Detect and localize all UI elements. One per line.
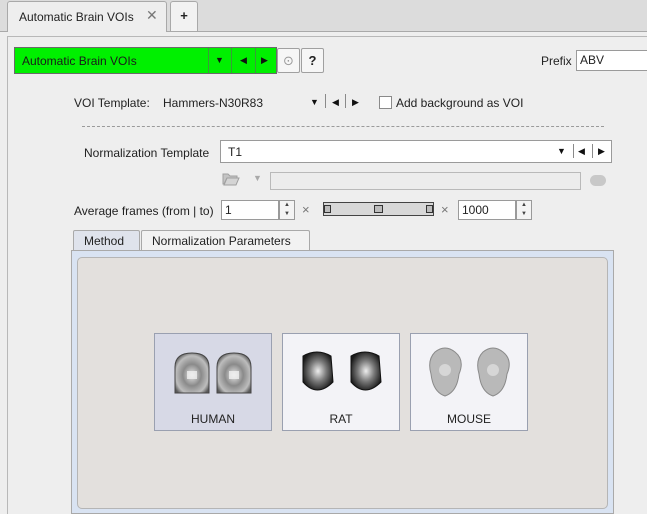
- human-brain-icon: [174, 352, 252, 394]
- protocol-combo-value: Automatic Brain VOIs: [22, 54, 137, 68]
- tab-normalization-parameters[interactable]: Normalization Parameters: [141, 230, 310, 250]
- species-mouse-button[interactable]: MOUSE: [410, 333, 528, 431]
- chevron-down-icon[interactable]: ▼: [557, 146, 566, 156]
- slider-handle-right[interactable]: [426, 205, 433, 213]
- target-button[interactable]: ⊙: [277, 48, 300, 73]
- document-tab[interactable]: Automatic Brain VOIs ✕: [7, 1, 167, 32]
- protocol-combo[interactable]: Automatic Brain VOIs ▼ ◀ ▶: [14, 47, 277, 74]
- species-human-label: HUMAN: [191, 412, 235, 426]
- frame-range-slider[interactable]: [323, 202, 434, 216]
- triangle-right-icon[interactable]: ▶: [598, 146, 605, 157]
- tab-method[interactable]: Method: [73, 230, 140, 250]
- slider-handle-left[interactable]: [324, 205, 331, 213]
- target-icon: ⊙: [283, 53, 294, 68]
- times-icon: ×: [441, 202, 449, 217]
- folder-open-icon: [222, 171, 240, 190]
- background-voi-checkbox[interactable]: [379, 96, 392, 109]
- average-from-input[interactable]: 1: [221, 200, 279, 220]
- slider-handle-center[interactable]: [374, 205, 383, 213]
- average-frames-label: Average frames (from | to): [74, 204, 214, 218]
- help-button[interactable]: ?: [301, 48, 324, 73]
- separator: [345, 94, 346, 108]
- prefix-label: Prefix: [541, 54, 572, 68]
- triangle-left-icon[interactable]: ◀: [332, 97, 339, 108]
- voi-template-value[interactable]: Hammers-N30R83: [163, 96, 263, 110]
- species-human-button[interactable]: HUMAN: [154, 333, 272, 431]
- normalization-template-combo[interactable]: T1 ▼ ◀ ▶: [220, 140, 612, 163]
- rat-brain-icon: [302, 351, 382, 391]
- background-voi-label: Add background as VOI: [396, 96, 524, 110]
- average-to-input[interactable]: 1000: [458, 200, 516, 220]
- voi-template-label: VOI Template:: [74, 96, 150, 110]
- species-rat-label: RAT: [329, 412, 353, 426]
- normalization-template-label: Normalization Template: [84, 146, 210, 160]
- average-to-spinner[interactable]: ▲ ▼: [516, 200, 532, 220]
- species-rat-button[interactable]: RAT: [282, 333, 400, 431]
- average-from-spinner[interactable]: ▲ ▼: [279, 200, 295, 220]
- triangle-right-icon[interactable]: ▶: [352, 97, 359, 108]
- separator: [325, 94, 326, 108]
- normalization-template-value: T1: [228, 145, 243, 159]
- chevron-down-icon: ▼: [253, 173, 262, 183]
- document-tab-label: Automatic Brain VOIs: [19, 10, 134, 24]
- ellipsis-icon: [590, 175, 606, 186]
- triangle-left-icon[interactable]: ◀: [578, 146, 585, 157]
- times-icon: ×: [302, 202, 310, 217]
- species-mouse-label: MOUSE: [446, 412, 491, 426]
- prefix-input[interactable]: ABV: [576, 50, 647, 71]
- divider: [82, 126, 604, 127]
- chevron-down-icon[interactable]: ▼: [310, 97, 319, 107]
- chevron-down-icon[interactable]: ▼: [215, 55, 224, 65]
- close-icon[interactable]: ✕: [146, 7, 158, 24]
- triangle-right-icon[interactable]: ▶: [261, 55, 268, 66]
- triangle-left-icon[interactable]: ◀: [240, 55, 247, 66]
- add-tab-button[interactable]: +: [170, 1, 198, 31]
- template-path-field: [270, 172, 581, 190]
- mouse-brain-icon: [429, 347, 510, 397]
